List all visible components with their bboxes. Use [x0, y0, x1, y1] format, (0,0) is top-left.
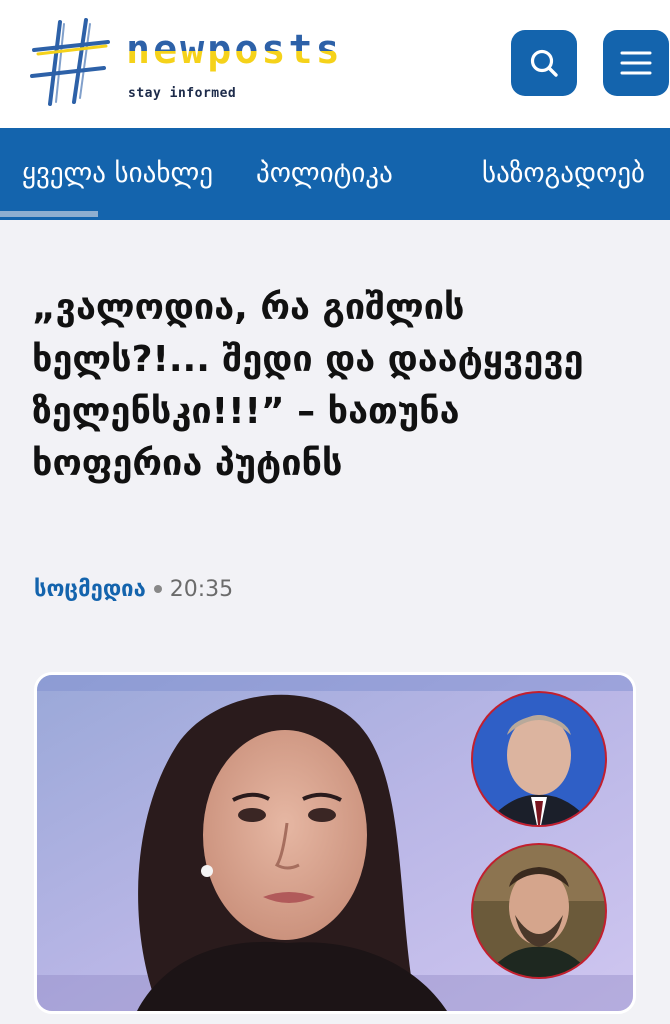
search-button[interactable]	[511, 30, 577, 96]
menu-button[interactable]	[603, 30, 669, 96]
article-photo	[37, 675, 633, 1011]
logo-tagline: stay informed	[128, 86, 237, 101]
hashtag-logo-icon	[30, 18, 110, 106]
separator-dot	[153, 585, 162, 593]
article-headline[interactable]: „ვალოდია, რა გიშლის ხელს?!... შედი და და…	[32, 282, 642, 490]
site-logo[interactable]: newposts stay informed	[30, 18, 360, 110]
search-icon	[530, 49, 558, 77]
article-meta: სოცმედია 20:35	[34, 572, 233, 606]
nav-item-all-news[interactable]: ყველა სიახლე	[22, 156, 213, 192]
nav-item-politics[interactable]: პოლიტიკა	[256, 156, 393, 192]
article-time: 20:35	[169, 576, 234, 602]
nav-item-society[interactable]: საზოგადოებ	[482, 156, 645, 192]
category-nav: ყველა სიახლე პოლიტიკა საზოგადოებ	[0, 128, 670, 220]
article-image[interactable]	[34, 672, 636, 1014]
active-tab-indicator	[0, 211, 98, 217]
article-source-link[interactable]: სოცმედია	[34, 577, 146, 602]
site-header: newposts stay informed	[0, 0, 670, 128]
logo-wordmark: newposts	[126, 27, 343, 73]
hamburger-menu-icon	[620, 51, 652, 75]
